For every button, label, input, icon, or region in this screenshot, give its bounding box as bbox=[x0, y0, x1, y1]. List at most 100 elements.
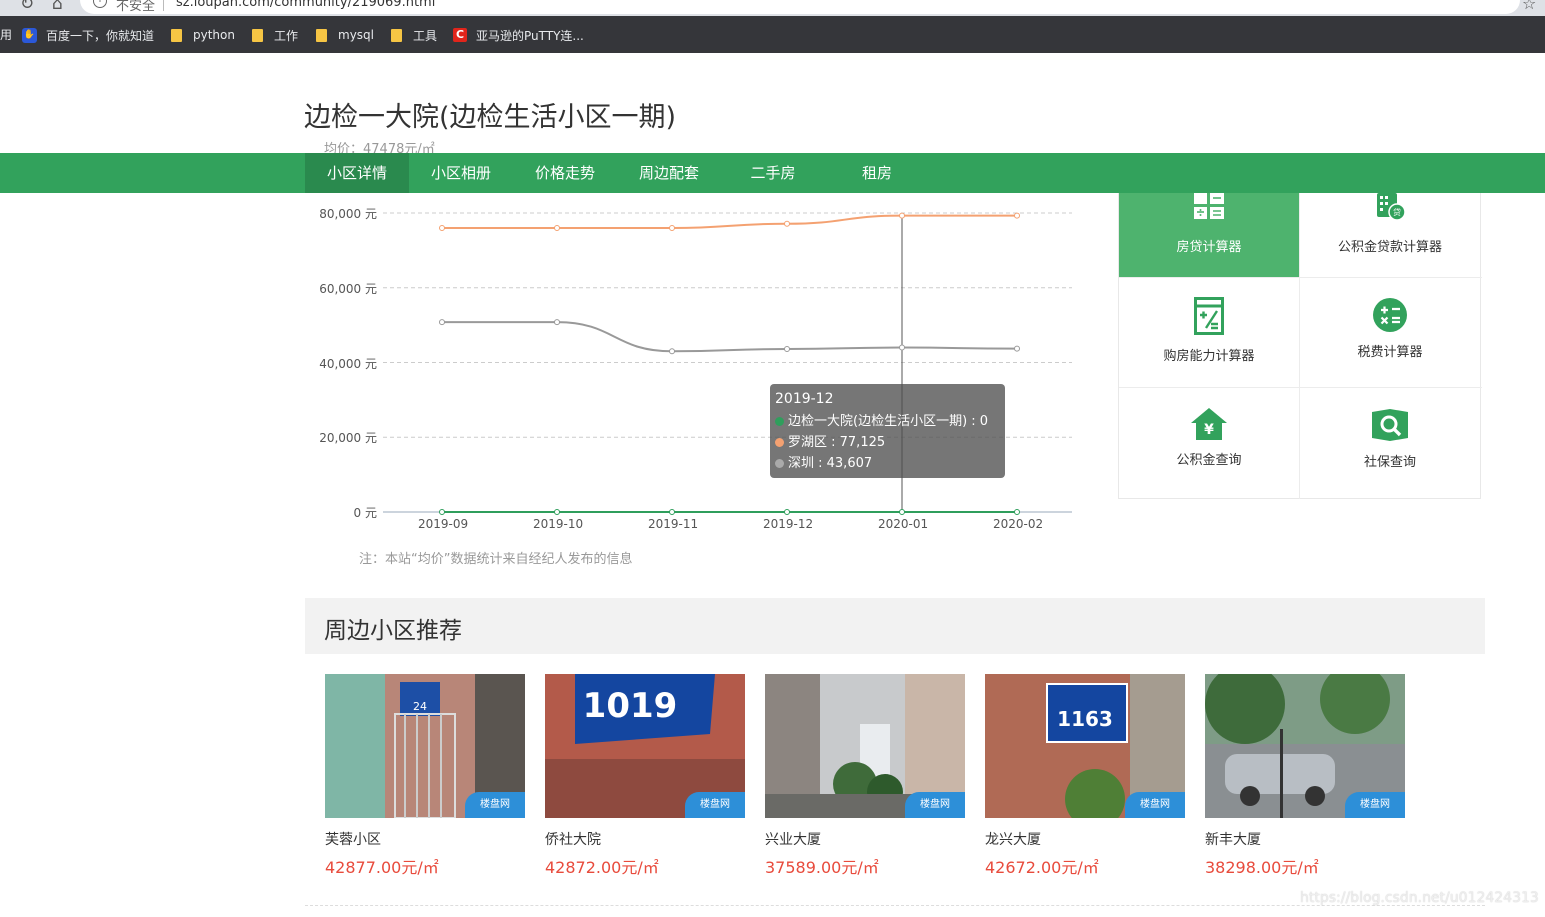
data-point[interactable] bbox=[1014, 345, 1020, 352]
folder-icon bbox=[252, 28, 263, 42]
community-photo[interactable]: 1019 楼盘网 bbox=[545, 674, 745, 818]
community-price: 42872.00元/㎡ bbox=[545, 858, 659, 877]
folder-icon bbox=[391, 28, 402, 42]
tab-rent[interactable]: 租房 bbox=[825, 153, 929, 193]
y-tick-label: 0 元 bbox=[353, 506, 377, 520]
loupan-watermark: 楼盘网 bbox=[1345, 792, 1405, 818]
bookmark-label: 亚马逊的PuTTY连... bbox=[476, 28, 584, 43]
calculator-label: 公积金查询 bbox=[1176, 453, 1242, 468]
section-navbar: 小区详情 小区相册 价格走势 周边配套 二手房 租房 bbox=[0, 153, 1545, 193]
x-tick-label: 2019-10 bbox=[533, 517, 584, 531]
bookmark-label: 工具 bbox=[413, 28, 438, 43]
community-name[interactable]: 兴业大厦 bbox=[765, 829, 821, 849]
bookmark-work[interactable]: 工作 bbox=[252, 26, 298, 44]
reload-icon[interactable]: ↻ bbox=[20, 0, 34, 14]
mortgage-calculator-link[interactable]: 房贷计算器 bbox=[1119, 193, 1299, 277]
y-tick-label: 80,000 元 bbox=[319, 207, 377, 221]
fund-query-link[interactable]: ¥ 公积金查询 bbox=[1119, 388, 1299, 498]
data-point[interactable] bbox=[784, 346, 790, 353]
calculator-icon bbox=[1194, 193, 1224, 219]
data-point[interactable] bbox=[899, 212, 905, 219]
bookmark-partial[interactable]: 用 bbox=[0, 26, 12, 43]
y-tick-label: 20,000 元 bbox=[319, 431, 377, 446]
data-point[interactable] bbox=[439, 319, 445, 326]
bookmark-mysql[interactable]: mysql bbox=[316, 26, 374, 44]
calculator-label: 购房能力计算器 bbox=[1163, 349, 1255, 364]
street-sign-number: 1163 bbox=[1057, 707, 1113, 731]
community-photo[interactable]: 1163 楼盘网 bbox=[985, 674, 1185, 818]
url-text[interactable]: sz.loupan.com/community/219069.html bbox=[176, 0, 435, 10]
bookmark-putty[interactable]: C 亚马逊的PuTTY连... bbox=[453, 26, 584, 44]
community-name[interactable]: 龙兴大厦 bbox=[985, 829, 1041, 849]
tab-community-album[interactable]: 小区相册 bbox=[409, 153, 513, 193]
bookmark-label: python bbox=[193, 28, 235, 42]
tab-nearby-facilities[interactable]: 周边配套 bbox=[617, 153, 721, 193]
tooltip-row-district: 罗湖区 : 77,125 bbox=[775, 432, 1000, 453]
baidu-icon: ✋ bbox=[22, 27, 37, 43]
community-photo[interactable]: 楼盘网 bbox=[765, 674, 965, 818]
community-price: 42877.00元/㎡ bbox=[325, 858, 439, 877]
chart-note: 注：本站“均价”数据统计来自经纪人发布的信息 bbox=[359, 552, 633, 567]
street-sign-number: 24 bbox=[413, 700, 427, 713]
data-point[interactable] bbox=[439, 224, 445, 231]
bookmark-star-icon[interactable]: ☆ bbox=[1522, 0, 1536, 13]
address-separator bbox=[163, 0, 164, 11]
calculator-label: 公积金贷款计算器 bbox=[1337, 240, 1442, 255]
data-point[interactable] bbox=[554, 319, 560, 326]
data-point[interactable] bbox=[899, 509, 905, 515]
community-photo[interactable]: 24 楼盘网 bbox=[325, 674, 525, 818]
social-security-search-icon bbox=[1372, 409, 1408, 441]
community-photo[interactable]: 楼盘网 bbox=[1205, 674, 1405, 818]
tax-calculator-link[interactable]: 税费计算器 bbox=[1300, 278, 1480, 387]
data-point[interactable] bbox=[1014, 212, 1020, 219]
data-point[interactable] bbox=[784, 220, 790, 227]
series-line bbox=[442, 214, 1017, 229]
community-price: 42672.00元/㎡ bbox=[985, 858, 1099, 877]
tax-calculator-icon bbox=[1373, 298, 1407, 332]
ability-calculator-icon bbox=[1194, 297, 1224, 335]
affordability-calculator-link[interactable]: 购房能力计算器 bbox=[1119, 278, 1299, 387]
recommend-title: 周边小区推荐 bbox=[324, 618, 462, 644]
bookmark-baidu[interactable]: ✋ 百度一下，你就知道 bbox=[22, 26, 154, 44]
svg-text:¥: ¥ bbox=[1204, 422, 1214, 438]
fund-house-icon: ¥ bbox=[1191, 408, 1227, 440]
data-point[interactable] bbox=[1014, 509, 1020, 515]
address-bar-area: ↻ ⌂ i 不安全 sz.loupan.com/community/219069… bbox=[0, 0, 1545, 16]
community-name[interactable]: 芙蓉小区 bbox=[325, 829, 381, 849]
bookmark-label: 百度一下，你就知道 bbox=[46, 28, 155, 43]
tab-community-detail[interactable]: 小区详情 bbox=[305, 153, 409, 193]
calculator-label: 房贷计算器 bbox=[1176, 240, 1242, 255]
data-point[interactable] bbox=[439, 509, 445, 515]
community-name[interactable]: 侨社大院 bbox=[545, 829, 601, 849]
blog-watermark: https://blog.csdn.net/u012424313 bbox=[1300, 890, 1539, 906]
bookmark-python[interactable]: python bbox=[171, 26, 235, 44]
fund-loan-calculator-link[interactable]: 贷 公积金贷款计算器 bbox=[1300, 193, 1480, 277]
data-point[interactable] bbox=[554, 509, 560, 515]
tab-second-hand[interactable]: 二手房 bbox=[721, 153, 825, 193]
x-tick-label: 2019-12 bbox=[763, 517, 814, 531]
tab-price-trend[interactable]: 价格走势 bbox=[513, 153, 617, 193]
loan-calculator-icon: 贷 bbox=[1377, 193, 1406, 221]
y-tick-label: 60,000 元 bbox=[319, 281, 377, 296]
data-point[interactable] bbox=[669, 348, 675, 355]
bookmark-label: 工作 bbox=[274, 28, 299, 43]
street-sign-number: 1019 bbox=[583, 686, 678, 726]
community-name[interactable]: 新丰大厦 bbox=[1205, 829, 1261, 849]
bookmark-tools[interactable]: 工具 bbox=[391, 26, 437, 44]
data-point[interactable] bbox=[669, 509, 675, 515]
bookmark-label: mysql bbox=[338, 28, 374, 42]
svg-text:贷: 贷 bbox=[1393, 207, 1401, 217]
home-icon[interactable]: ⌂ bbox=[52, 0, 63, 14]
data-point[interactable] bbox=[784, 509, 790, 515]
data-point[interactable] bbox=[899, 344, 905, 351]
page-title: 边检一大院(边检生活小区一期) bbox=[304, 102, 677, 133]
series-line bbox=[441, 321, 1018, 353]
tooltip-text: 深圳 : 43,607 bbox=[788, 456, 873, 471]
price-trend-svg bbox=[383, 212, 1072, 515]
data-point[interactable] bbox=[669, 224, 675, 231]
putty-icon: C bbox=[453, 28, 467, 42]
community-price: 37589.00元/㎡ bbox=[765, 858, 879, 877]
data-point[interactable] bbox=[554, 224, 560, 231]
tooltip-text: 罗湖区 : 77,125 bbox=[788, 435, 886, 450]
social-security-query-link[interactable]: 社保查询 bbox=[1300, 388, 1480, 498]
